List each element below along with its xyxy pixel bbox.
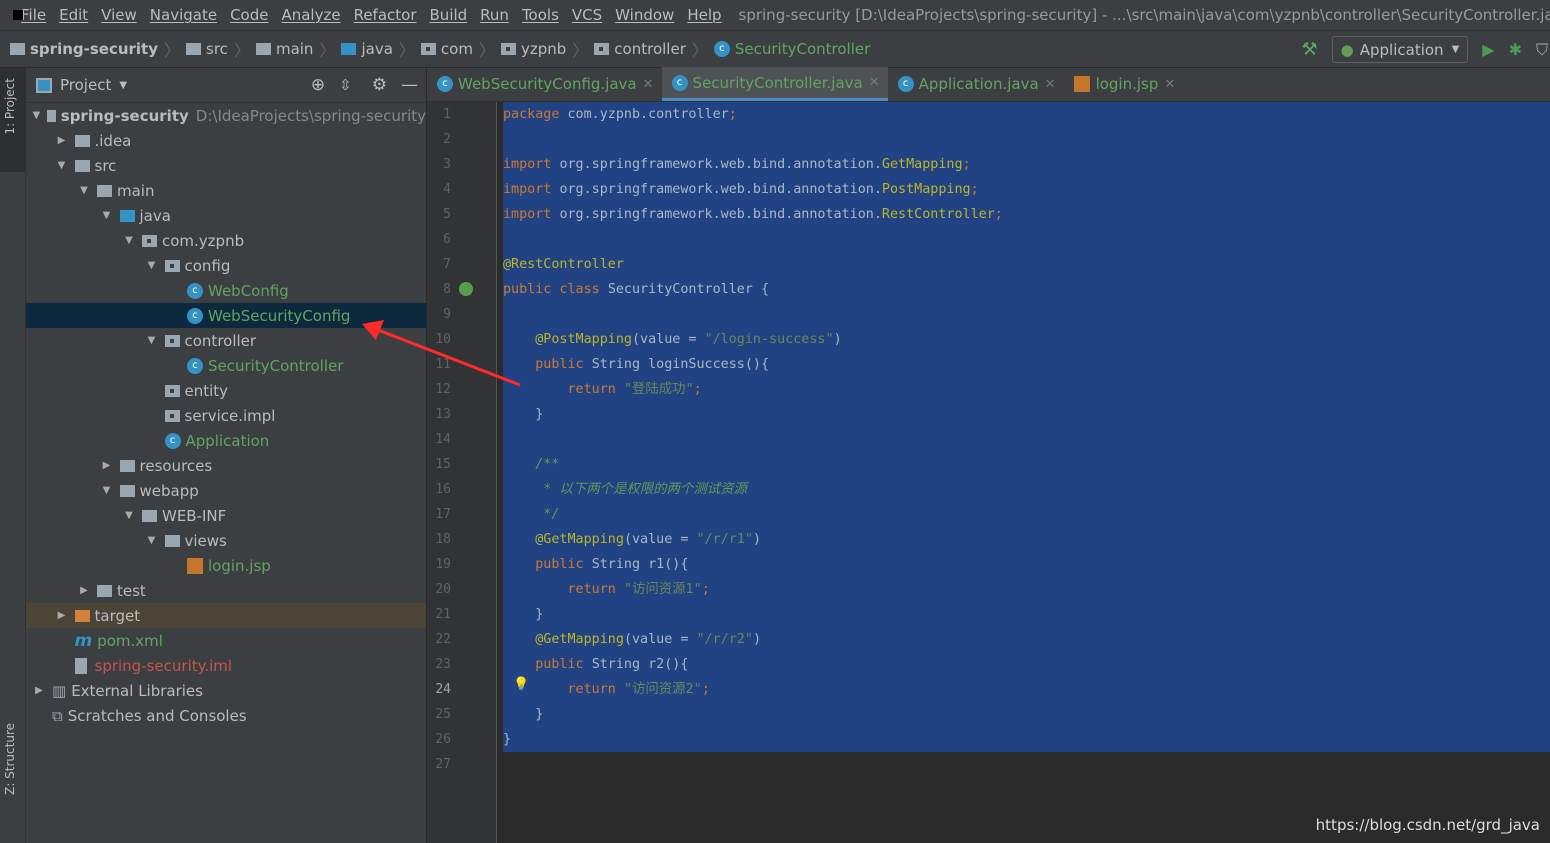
watermark: https://blog.csdn.net/grd_java xyxy=(1315,816,1540,834)
red-annotation-arrow xyxy=(362,320,521,387)
